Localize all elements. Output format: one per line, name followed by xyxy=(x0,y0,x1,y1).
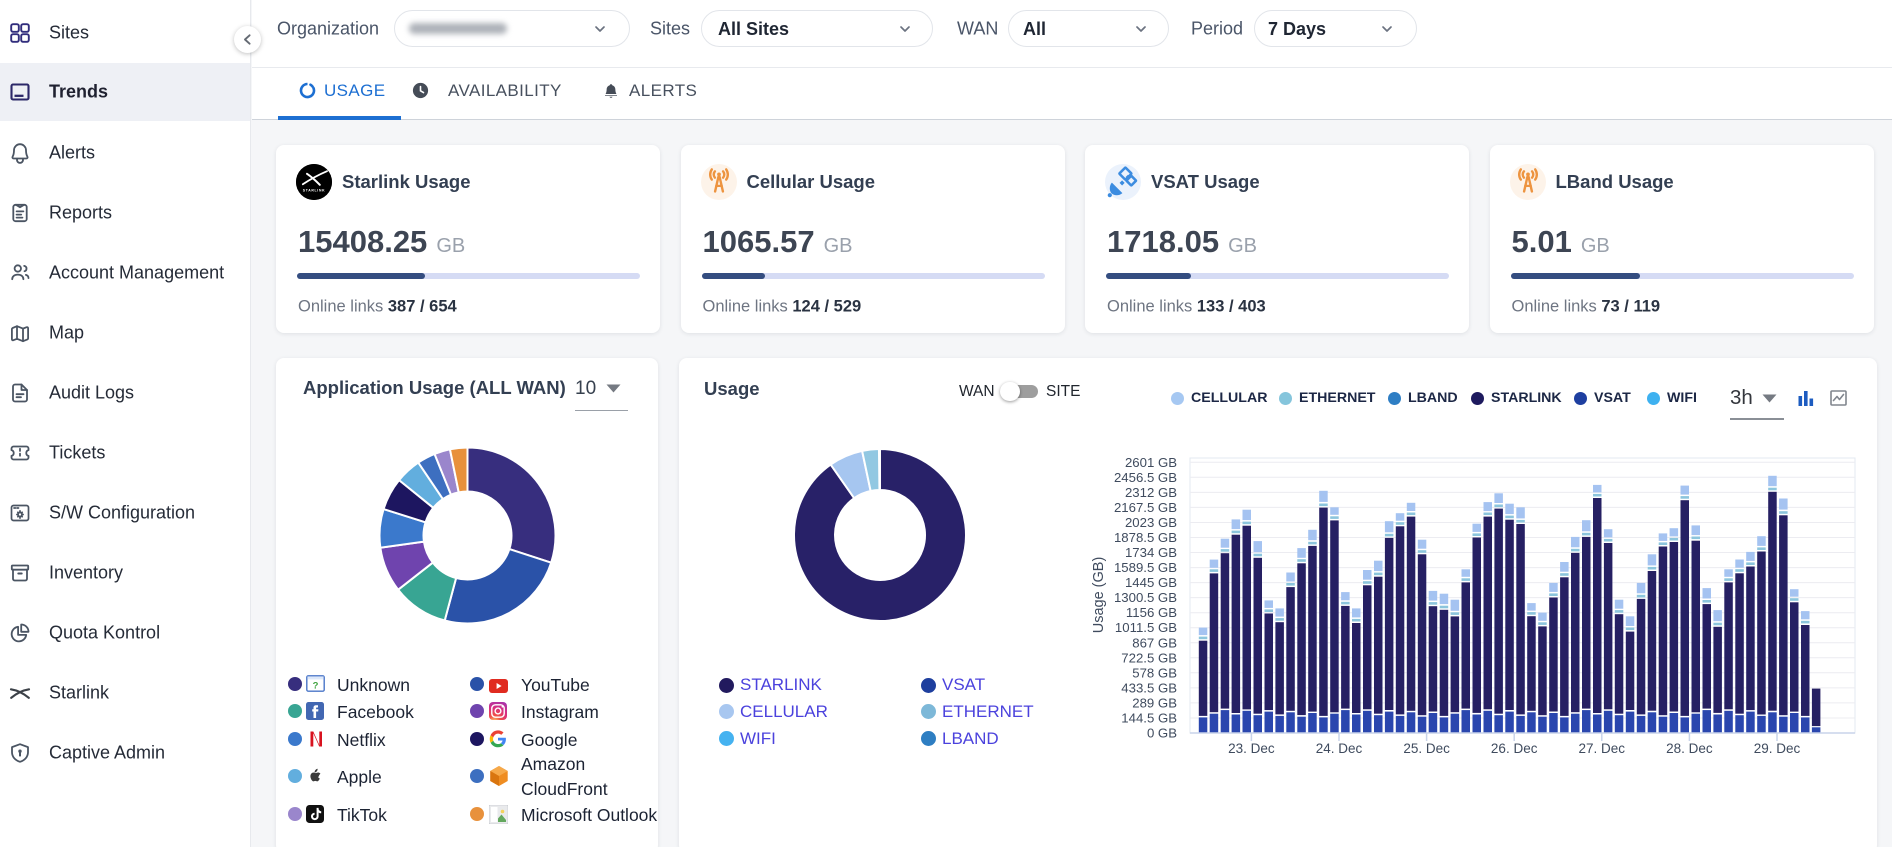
svg-text:1878.5 GB: 1878.5 GB xyxy=(1114,530,1177,545)
svg-text:?: ? xyxy=(313,680,319,691)
svg-text:24. Dec: 24. Dec xyxy=(1316,741,1363,756)
svg-text:25. Dec: 25. Dec xyxy=(1403,741,1450,756)
svg-text:26. Dec: 26. Dec xyxy=(1491,741,1538,756)
svg-text:2312 GB: 2312 GB xyxy=(1125,485,1177,500)
svg-text:1589.5 GB: 1589.5 GB xyxy=(1114,560,1177,575)
svg-text:2023 GB: 2023 GB xyxy=(1125,515,1177,530)
svg-text:0 GB: 0 GB xyxy=(1147,726,1177,741)
svg-text:867 GB: 867 GB xyxy=(1132,635,1177,650)
svg-text:578 GB: 578 GB xyxy=(1132,665,1177,680)
svg-text:289 GB: 289 GB xyxy=(1132,695,1177,710)
svg-text:2601 GB: 2601 GB xyxy=(1125,455,1177,470)
svg-text:144.5 GB: 144.5 GB xyxy=(1121,711,1177,726)
svg-text:1445 GB: 1445 GB xyxy=(1125,575,1177,590)
svg-text:1011.5 GB: 1011.5 GB xyxy=(1115,620,1177,635)
svg-text:2456.5 GB: 2456.5 GB xyxy=(1114,470,1177,485)
svg-text:1156 GB: 1156 GB xyxy=(1126,605,1177,620)
svg-text:29. Dec: 29. Dec xyxy=(1754,741,1801,756)
svg-text:433.5 GB: 433.5 GB xyxy=(1121,680,1177,695)
svg-text:28. Dec: 28. Dec xyxy=(1666,741,1713,756)
svg-text:2167.5 GB: 2167.5 GB xyxy=(1114,500,1177,515)
svg-text:Usage (GB): Usage (GB) xyxy=(1091,557,1107,634)
svg-text:1300.5 GB: 1300.5 GB xyxy=(1114,590,1177,605)
svg-text:27. Dec: 27. Dec xyxy=(1579,741,1626,756)
svg-text:23. Dec: 23. Dec xyxy=(1228,741,1275,756)
svg-text:1734 GB: 1734 GB xyxy=(1125,545,1177,560)
svg-text:STARLINK: STARLINK xyxy=(303,189,326,193)
svg-text:722.5 GB: 722.5 GB xyxy=(1121,650,1177,665)
